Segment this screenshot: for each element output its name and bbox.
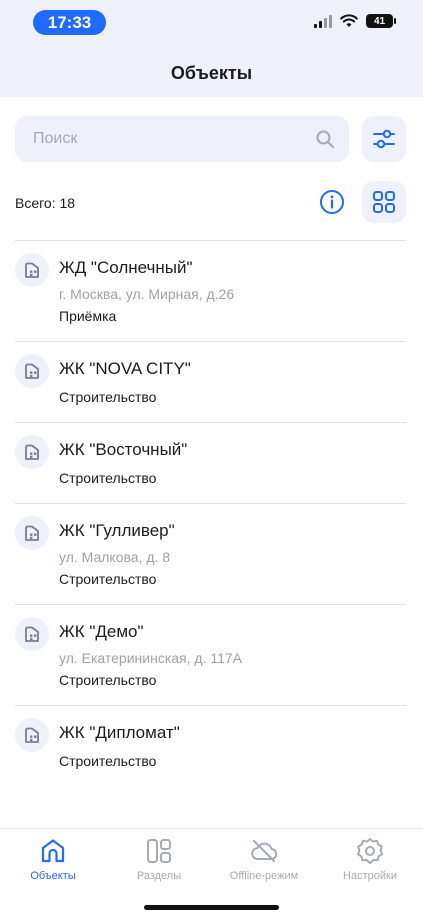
list-item[interactable]: ЖД "Солнечный" г. Москва, ул. Мирная, д.… <box>15 240 406 341</box>
building-icon <box>15 354 49 388</box>
item-address: ул. Малкова, д. 8 <box>59 549 171 565</box>
home-indicator <box>144 905 279 910</box>
search-input[interactable] <box>33 130 315 148</box>
search-icon[interactable] <box>315 129 335 149</box>
item-address: ул. Екатерининская, д. 117А <box>59 650 243 666</box>
item-status: Приёмка <box>59 308 117 324</box>
building-icon <box>15 718 49 752</box>
home-icon <box>41 839 65 863</box>
item-status: Строительство <box>59 389 157 405</box>
tab-label: Offline-режим <box>229 870 299 882</box>
item-title: ЖК "Дипломат" <box>59 723 180 742</box>
tab-settings[interactable]: Настройки <box>317 836 423 882</box>
item-title: ЖД "Солнечный" <box>59 258 193 277</box>
sliders-icon <box>373 129 395 149</box>
battery-icon: 41 <box>366 14 396 28</box>
wifi-icon <box>340 14 358 27</box>
gear-icon <box>357 838 383 864</box>
cloud-off-icon <box>251 840 278 862</box>
item-status: Строительство <box>59 571 157 587</box>
item-address: г. Москва, ул. Мирная, д.26 <box>59 286 235 302</box>
building-icon <box>15 435 49 469</box>
page-title: Объекты <box>170 63 253 83</box>
tab-label: Объекты <box>30 870 76 882</box>
tab-bar: Объекты Разделы Offline-режим Настройки <box>0 828 423 916</box>
item-title: ЖК "Демо" <box>59 622 144 641</box>
list-item[interactable]: ЖК "Восточный" Строительство <box>15 422 406 503</box>
tab-objects[interactable]: Объекты <box>0 836 106 882</box>
status-time: 17:33 <box>33 10 106 35</box>
tab-label: Разделы <box>136 870 182 882</box>
tab-sections[interactable]: Разделы <box>106 836 212 882</box>
tab-offline[interactable]: Offline-режим <box>211 836 317 882</box>
building-icon <box>15 617 49 651</box>
item-title: ЖК "Восточный" <box>59 440 188 459</box>
item-status: Строительство <box>59 753 157 769</box>
item-status: Строительство <box>59 672 157 688</box>
grid-icon <box>373 191 395 213</box>
status-icons: 41 <box>314 14 396 28</box>
grid-view-button[interactable] <box>362 181 406 223</box>
list-item[interactable]: ЖК "Демо" ул. Екатерининская, д. 117А Ст… <box>15 604 406 705</box>
info-button[interactable] <box>318 188 346 216</box>
item-title: ЖК "NOVA CITY" <box>59 359 191 378</box>
filter-button[interactable] <box>362 116 406 162</box>
search-bar[interactable] <box>15 116 349 162</box>
list-item[interactable]: ЖК "Дипломат" Строительство <box>15 705 406 786</box>
building-icon <box>15 516 49 550</box>
sections-icon <box>147 839 171 863</box>
item-status: Строительство <box>59 470 157 486</box>
building-icon <box>15 253 49 287</box>
tab-label: Настройки <box>343 870 397 882</box>
list-item[interactable]: ЖК "NOVA CITY" Строительство <box>15 341 406 422</box>
list-item[interactable]: ЖК "Гулливер" ул. Малкова, д. 8 Строител… <box>15 503 406 604</box>
objects-list: ЖД "Солнечный" г. Москва, ул. Мирная, д.… <box>15 240 406 828</box>
cellular-signal-icon <box>314 14 332 28</box>
info-icon <box>320 190 344 214</box>
total-count: Всего: 18 <box>15 195 76 211</box>
item-title: ЖК "Гулливер" <box>59 521 175 540</box>
